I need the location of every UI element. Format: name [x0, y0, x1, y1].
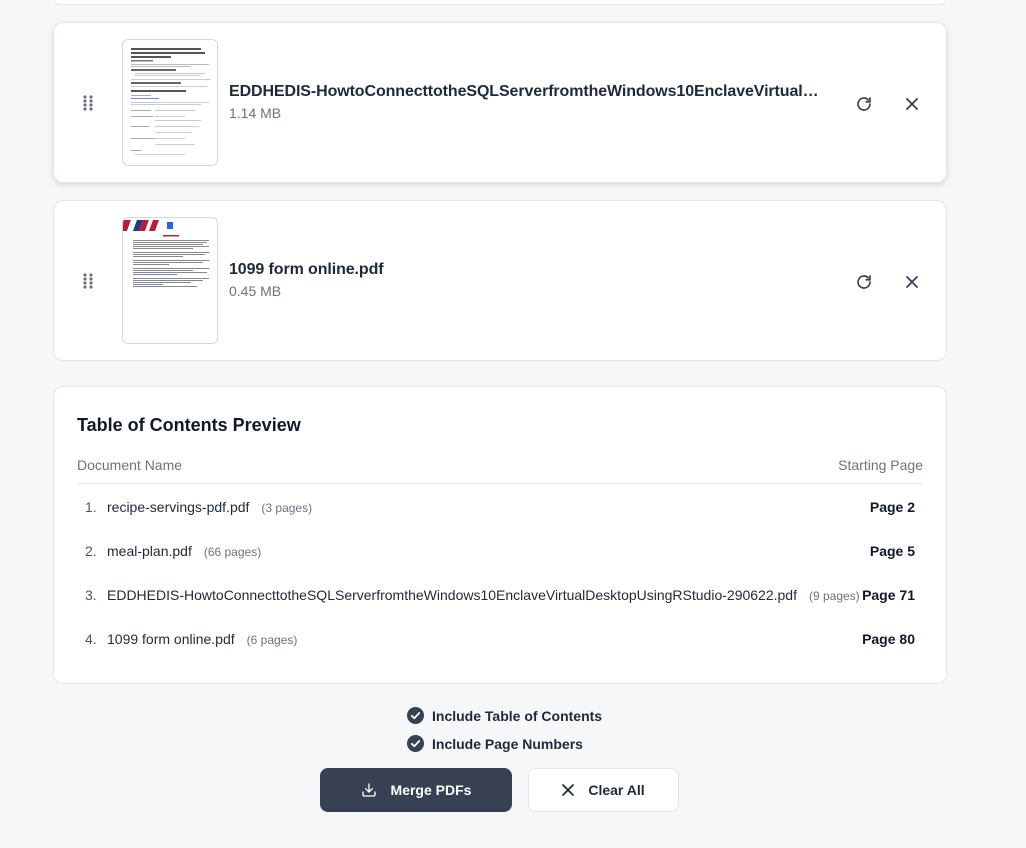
include-toc-label: Include Table of Contents — [432, 707, 603, 724]
toc-col-document: Document Name — [77, 457, 183, 473]
toc-row-pages: (9 pages) — [808, 589, 860, 603]
toc-row: 1. recipe-servings-pdf.pdf (3 pages) Pag… — [77, 485, 923, 529]
previous-file-card — [53, 0, 947, 5]
rotate-icon[interactable] — [853, 93, 875, 115]
toc-row-start: Page 2 — [869, 499, 915, 515]
toc-row-number: 4. — [85, 631, 97, 647]
toc-row-start: Page 71 — [862, 587, 915, 603]
toc-preview-card: Table of Contents Preview Document Name … — [53, 386, 947, 684]
merge-pdfs-button[interactable]: Merge PDFs — [320, 768, 512, 812]
close-icon — [562, 784, 575, 796]
clear-all-label: Clear All — [588, 782, 645, 798]
include-page-numbers-label: Include Page Numbers — [432, 735, 583, 752]
pdf-merge-page: EDDHEDIS-HowtoConnecttotheSQLServerfromt… — [0, 0, 1026, 848]
include-toc-checkbox[interactable]: Include Table of Contents — [407, 707, 602, 724]
merge-pdfs-label: Merge PDFs — [390, 782, 472, 798]
file-size: 1.14 MB — [229, 105, 282, 121]
toc-row-name: recipe-servings-pdf.pdf — [107, 499, 250, 515]
toc-header: Document Name Starting Page — [77, 457, 923, 484]
clear-all-button[interactable]: Clear All — [528, 768, 679, 812]
check-circle-icon — [407, 735, 424, 752]
file-name: 1099 form online.pdf — [229, 261, 384, 278]
file-size: 0.45 MB — [229, 283, 282, 299]
file-card[interactable]: EDDHEDIS-HowtoConnecttotheSQLServerfromt… — [53, 22, 947, 183]
close-icon[interactable] — [901, 93, 923, 115]
toc-row-start: Page 80 — [862, 631, 915, 647]
toc-row: 2. meal-plan.pdf (66 pages) Page 5 — [77, 529, 923, 573]
toc-row-number: 2. — [85, 543, 97, 559]
toc-row-name: 1099 form online.pdf — [107, 631, 235, 647]
file-card[interactable]: 1099 form online.pdf 0.45 MB — [53, 200, 947, 361]
toc-row: 4. 1099 form online.pdf (6 pages) Page 8… — [77, 617, 923, 661]
toc-title: Table of Contents Preview — [77, 415, 301, 435]
file-name: EDDHEDIS-HowtoConnecttotheSQLServerfromt… — [229, 83, 829, 100]
file-info: EDDHEDIS-HowtoConnecttotheSQLServerfromt… — [229, 83, 829, 121]
toc-row-pages: (3 pages) — [261, 501, 313, 515]
pdf-thumbnail — [122, 217, 218, 344]
pdf-thumbnail — [122, 39, 218, 166]
toc-row-number: 3. — [85, 587, 97, 603]
file-info: 1099 form online.pdf 0.45 MB — [229, 261, 829, 299]
toc-row-pages: (6 pages) — [246, 633, 298, 647]
toc-row-name: meal-plan.pdf — [107, 543, 192, 559]
drag-handle-icon[interactable] — [82, 95, 94, 111]
toc-row-start: Page 5 — [869, 543, 915, 559]
toc-row: 3. EDDHEDIS-HowtoConnecttotheSQLServerfr… — [77, 573, 923, 617]
rotate-icon[interactable] — [853, 271, 875, 293]
toc-rows: 1. recipe-servings-pdf.pdf (3 pages) Pag… — [77, 485, 923, 661]
include-page-numbers-checkbox[interactable]: Include Page Numbers — [407, 735, 583, 752]
toc-col-start: Starting Page — [838, 457, 923, 473]
toc-row-number: 1. — [85, 499, 97, 515]
toc-row-name: EDDHEDIS-HowtoConnecttotheSQLServerfromt… — [107, 587, 797, 603]
download-icon — [361, 782, 377, 798]
drag-handle-icon[interactable] — [82, 273, 94, 289]
close-icon[interactable] — [901, 271, 923, 293]
check-circle-icon — [407, 707, 424, 724]
toc-row-pages: (66 pages) — [203, 545, 262, 559]
